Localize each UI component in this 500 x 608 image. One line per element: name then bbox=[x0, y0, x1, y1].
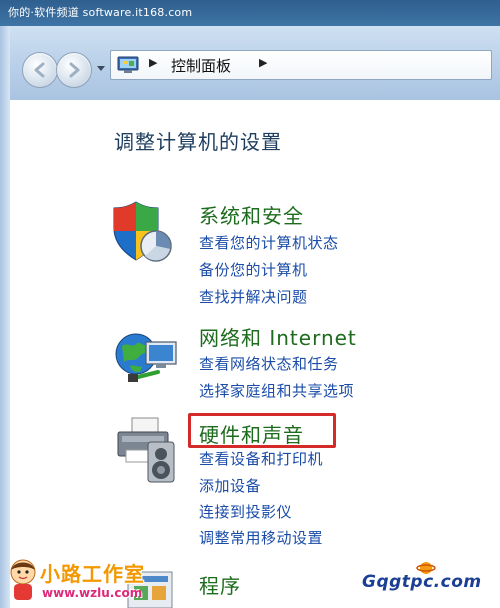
control-panel-icon bbox=[117, 56, 139, 73]
category-network-internet[interactable]: 网络和 Internet bbox=[199, 322, 357, 351]
forward-arrow-icon bbox=[69, 62, 80, 78]
top-watermark: 你的·软件频道 software.it168.com bbox=[0, 0, 500, 26]
back-button[interactable] bbox=[22, 52, 58, 88]
recent-pages-dropdown-icon[interactable] bbox=[96, 65, 106, 73]
window-left-border bbox=[0, 26, 10, 608]
cartoon-mascot-icon bbox=[10, 559, 36, 600]
breadcrumb-separator-icon[interactable]: ▶ bbox=[259, 56, 267, 69]
category-system-security[interactable]: 系统和安全 bbox=[199, 200, 304, 229]
link-mobility-settings[interactable]: 调整常用移动设置 bbox=[199, 527, 323, 548]
link-backup-computer[interactable]: 备份您的计算机 bbox=[199, 259, 308, 280]
link-view-computer-status[interactable]: 查看您的计算机状态 bbox=[199, 232, 339, 253]
link-homegroup-sharing[interactable]: 选择家庭组和共享选项 bbox=[199, 380, 354, 401]
category-programs[interactable]: 程序 bbox=[199, 570, 241, 599]
watermark-left-url: www.wzlu.com bbox=[42, 586, 143, 600]
address-bar[interactable]: ▶ 控制面板 ▶ bbox=[110, 50, 492, 80]
breadcrumb-separator-icon[interactable]: ▶ bbox=[149, 56, 157, 69]
highlight-frame bbox=[188, 413, 336, 448]
link-connect-projector[interactable]: 连接到投影仪 bbox=[199, 501, 292, 522]
shield-pie-chart-icon bbox=[113, 201, 172, 262]
watermark-logo-right: Gqgtpc.com bbox=[354, 558, 494, 598]
watermark-logo-left: 小路工作室 www.wzlu.com bbox=[6, 552, 156, 608]
watermark-right-name: Gqgtpc.com bbox=[362, 572, 482, 592]
printer-speaker-icon bbox=[117, 417, 175, 483]
watermark-left-name: 小路工作室 bbox=[40, 562, 145, 586]
link-add-device[interactable]: 添加设备 bbox=[199, 475, 261, 496]
link-devices-printers[interactable]: 查看设备和打印机 bbox=[199, 448, 323, 469]
page-title: 调整计算机的设置 bbox=[114, 130, 282, 154]
link-find-fix-problems[interactable]: 查找并解决问题 bbox=[199, 286, 308, 307]
link-view-network-status[interactable]: 查看网络状态和任务 bbox=[199, 353, 339, 374]
forward-button[interactable] bbox=[56, 52, 92, 88]
network-globe-icon bbox=[115, 333, 177, 382]
breadcrumb-control-panel[interactable]: 控制面板 bbox=[171, 55, 231, 76]
back-arrow-icon bbox=[34, 62, 45, 78]
